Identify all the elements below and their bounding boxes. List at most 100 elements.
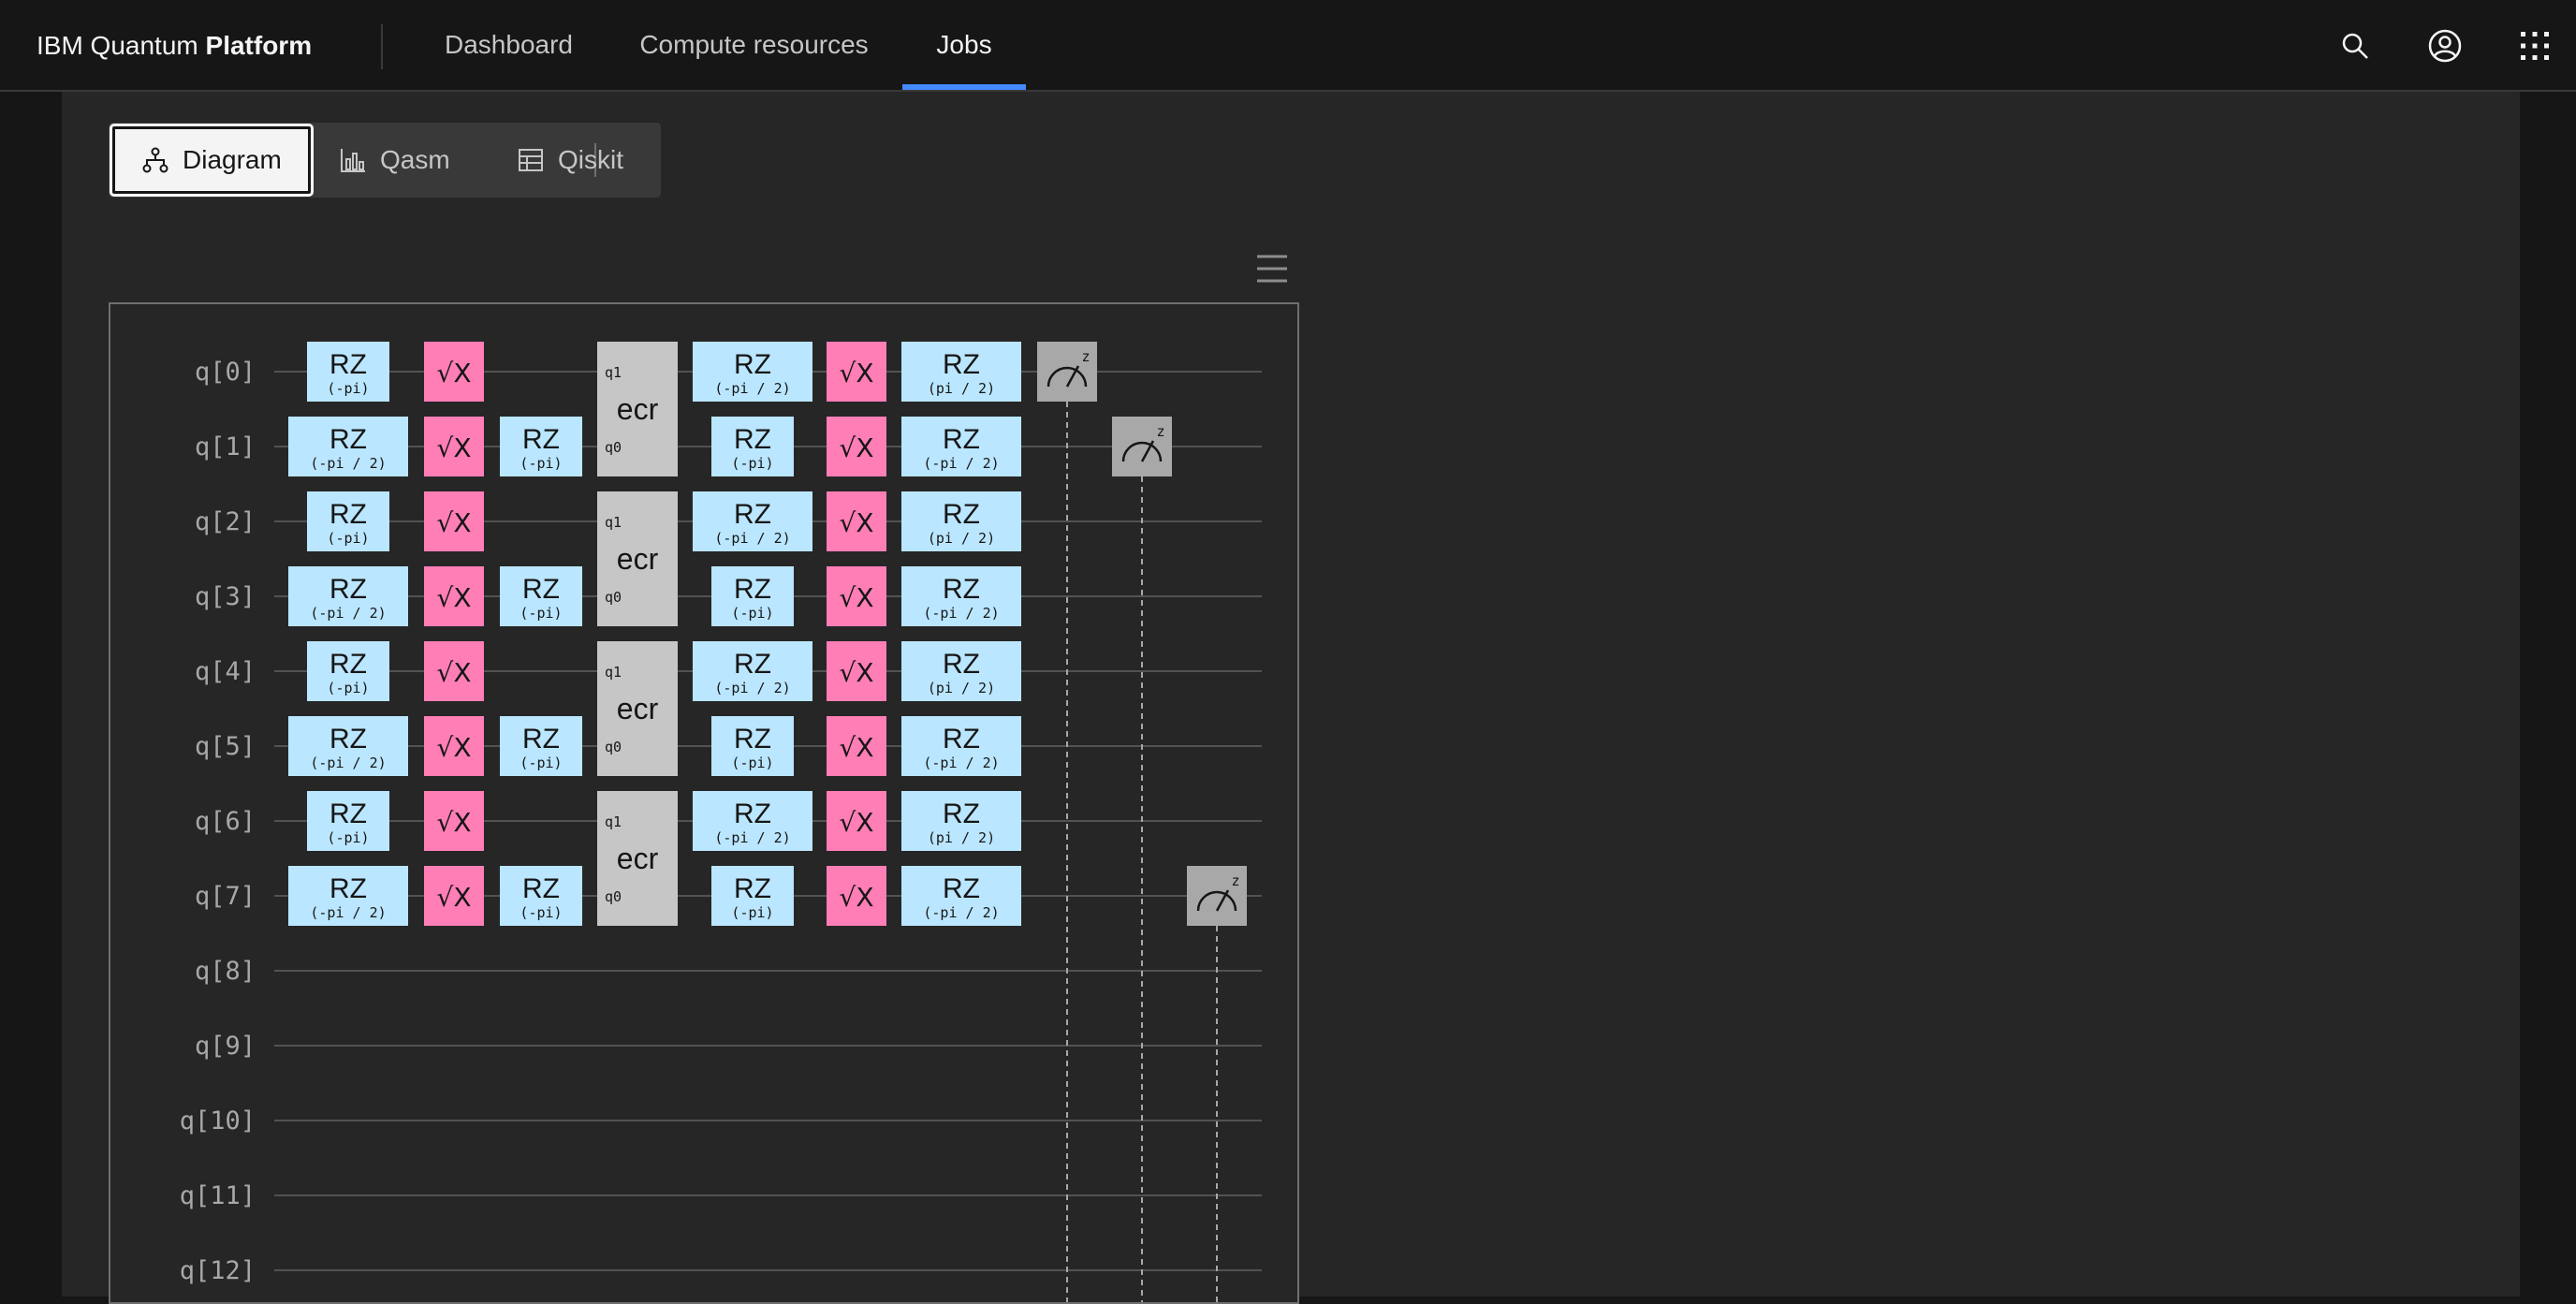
rz-gate: RZ(-pi / 2) <box>901 716 1021 776</box>
qubit-label: q[6] <box>195 807 256 836</box>
sx-gate: √X <box>827 641 886 701</box>
rz-gate: RZ(-pi / 2) <box>901 866 1021 926</box>
rz-gate: RZ(-pi) <box>500 417 582 476</box>
rz-gate-name: RZ <box>943 349 980 380</box>
sx-gate: √X <box>424 716 484 776</box>
rz-gate-name: RZ <box>329 799 367 829</box>
sx-gate-label: √X <box>839 732 873 763</box>
top-navigation-bar: IBM Quantum Platform Dashboard Compute r… <box>0 0 2576 92</box>
rz-gate-param: (-pi / 2) <box>923 755 999 771</box>
rz-gate-param: (-pi / 2) <box>714 829 790 846</box>
sx-gate-label: √X <box>839 432 873 463</box>
rz-gate: RZ(-pi) <box>500 566 582 626</box>
ecr-gate: q1 q0 ecr <box>597 491 678 626</box>
sx-gate-label: √X <box>436 358 471 388</box>
rz-gate-param: (-pi / 2) <box>310 455 386 472</box>
search-icon[interactable] <box>2333 23 2378 68</box>
rz-gate-param: (-pi / 2) <box>310 904 386 921</box>
sx-gate: √X <box>827 866 886 926</box>
rz-gate: RZ(-pi) <box>307 791 389 851</box>
rz-gate-name: RZ <box>734 873 771 904</box>
ecr-gate-name: ecr <box>617 542 659 576</box>
rz-gate: RZ(-pi / 2) <box>901 566 1021 626</box>
sx-gate: √X <box>827 417 886 476</box>
rz-gate-param: (-pi / 2) <box>923 904 999 921</box>
user-avatar-icon[interactable] <box>2422 23 2467 68</box>
qubit-label: q[1] <box>195 432 256 462</box>
qubit-label: q[2] <box>195 507 256 536</box>
product-name[interactable]: IBM Quantum Platform <box>37 0 312 92</box>
nav-dashboard[interactable]: Dashboard <box>445 0 573 90</box>
ecr-pin-q1: q1 <box>605 813 622 830</box>
measure-gate: z <box>1112 417 1172 476</box>
rz-gate: RZ(pi / 2) <box>901 791 1021 851</box>
rz-gate-name: RZ <box>734 424 771 455</box>
rz-gate: RZ(-pi) <box>711 716 794 776</box>
measure-basis-label: z <box>1081 348 1090 365</box>
rz-gate-param: (-pi / 2) <box>923 605 999 622</box>
app-switcher-icon[interactable] <box>2512 23 2557 68</box>
qubit-label: q[7] <box>195 882 256 911</box>
rz-gate-name: RZ <box>329 349 367 380</box>
sx-gate: √X <box>424 791 484 851</box>
measure-basis-label: z <box>1231 872 1239 889</box>
ecr-gate-name: ecr <box>617 692 659 725</box>
brand-bold: Platform <box>205 31 313 60</box>
rz-gate: RZ(-pi / 2) <box>693 491 812 551</box>
sx-gate: √X <box>827 566 886 626</box>
qasm-label: Qasm <box>380 145 450 174</box>
sx-gate-label: √X <box>839 807 873 838</box>
sx-gate: √X <box>827 716 886 776</box>
rz-gate-name: RZ <box>522 873 560 904</box>
rz-gate-param: (-pi) <box>731 755 773 771</box>
diagram-tab[interactable]: Diagram <box>110 124 314 197</box>
sx-gate-label: √X <box>436 807 471 838</box>
rz-gate-param: (-pi) <box>731 605 773 622</box>
rz-gate-param: (-pi / 2) <box>310 755 386 771</box>
ecr-pin-q0: q0 <box>605 439 622 456</box>
rz-gate-param: (-pi) <box>327 530 369 547</box>
rz-gate: RZ(-pi) <box>307 641 389 701</box>
sx-gate: √X <box>827 791 886 851</box>
rz-gate: RZ(-pi) <box>711 417 794 476</box>
rz-gate-name: RZ <box>522 574 560 605</box>
sx-gate: √X <box>424 491 484 551</box>
rz-gate-param: (pi / 2) <box>928 380 995 397</box>
qubit-label: q[5] <box>195 732 256 761</box>
sx-gate-label: √X <box>436 657 471 688</box>
qiskit-tab[interactable]: Qiskit <box>517 126 657 194</box>
rz-gate-name: RZ <box>734 574 771 605</box>
qubit-label: q[9] <box>195 1032 256 1061</box>
rz-gate-param: (-pi) <box>520 455 562 472</box>
rz-gate-name: RZ <box>734 499 771 530</box>
brand-prefix: IBM Quantum <box>37 31 206 60</box>
sx-gate-label: √X <box>436 507 471 538</box>
nav-compute-resources[interactable]: Compute resources <box>639 0 869 90</box>
ecr-gate: q1 q0 ecr <box>597 641 678 776</box>
rz-gate: RZ(-pi / 2) <box>288 716 408 776</box>
rz-gate-name: RZ <box>329 499 367 530</box>
qubit-label: q[10] <box>180 1106 256 1136</box>
rz-gate: RZ(-pi) <box>500 716 582 776</box>
circuit-canvas: q[0] q[1] q[2] q[3] q[4] q[5] q[6] q[7] q[8] q[9]… <box>180 342 1262 1302</box>
rz-gate: RZ(-pi / 2) <box>693 791 812 851</box>
rz-gate-param: (-pi / 2) <box>714 680 790 696</box>
overflow-menu-icon[interactable] <box>1255 253 1289 285</box>
rz-gate: RZ(-pi) <box>711 866 794 926</box>
rz-gate: RZ(-pi / 2) <box>288 866 408 926</box>
view-switcher: Diagram Qasm Qiskit <box>109 123 661 198</box>
qubit-label: q[4] <box>195 657 256 686</box>
rz-gate-param: (-pi / 2) <box>310 605 386 622</box>
rz-gate: RZ(pi / 2) <box>901 491 1021 551</box>
rz-gate: RZ(pi / 2) <box>901 641 1021 701</box>
rz-gate-param: (-pi / 2) <box>714 530 790 547</box>
qubit-label: q[11] <box>180 1181 256 1210</box>
circuit-diagram: q[0] q[1] q[2] q[3] q[4] q[5] q[6] q[7] q[8] q[9]… <box>109 302 1299 1304</box>
rz-gate-param: (-pi / 2) <box>714 380 790 397</box>
tree-diagram-icon <box>142 147 168 173</box>
qiskit-label: Qiskit <box>558 145 623 174</box>
rz-gate-name: RZ <box>943 873 980 904</box>
ecr-pin-q0: q0 <box>605 589 622 606</box>
nav-jobs[interactable]: Jobs <box>902 0 1026 90</box>
sx-gate-label: √X <box>436 732 471 763</box>
